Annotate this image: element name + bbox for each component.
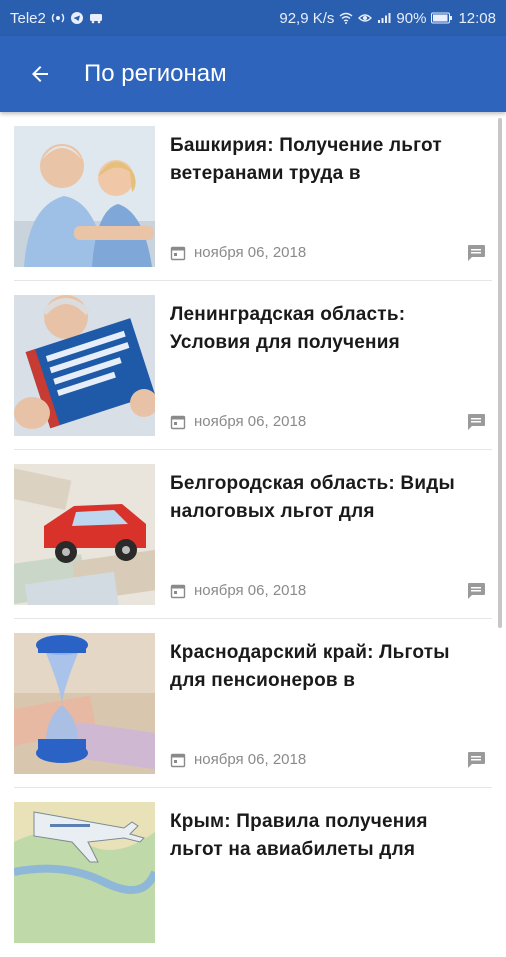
comment-icon[interactable]	[466, 244, 486, 262]
article-thumbnail	[14, 126, 155, 267]
article-item[interactable]: Краснодарский край: Льготы для пенсионер…	[14, 619, 492, 788]
status-bar: Tele2 92,9 K/s 90% 12:08	[0, 0, 506, 36]
comment-icon[interactable]	[466, 751, 486, 769]
battery-icon	[431, 12, 453, 24]
network-speed: 92,9 K/s	[279, 9, 335, 27]
page-title: По регионам	[84, 60, 227, 87]
article-item[interactable]: Крым: Правила получения льгот на авиабил…	[14, 788, 492, 957]
article-date: ноября 06, 2018	[194, 582, 307, 599]
carrier-label: Tele2	[10, 9, 46, 27]
article-meta: ноября 06, 2018	[170, 582, 306, 599]
calendar-icon	[170, 584, 186, 598]
article-date: ноября 06, 2018	[194, 413, 307, 430]
app-bar: По регионам	[0, 36, 506, 112]
eye-icon	[358, 14, 373, 22]
battery-percent: 90%	[396, 9, 427, 27]
elderly-couple-image	[14, 126, 155, 267]
article-meta: ноября 06, 2018	[170, 244, 306, 261]
signal-icon	[378, 13, 391, 23]
calendar-icon	[170, 415, 186, 429]
article-thumbnail	[14, 633, 155, 774]
article-list: Башкирия: Получение льгот ветеранами тру…	[0, 112, 506, 957]
article-title: Белгородская область: Виды налоговых льг…	[170, 473, 455, 522]
wifi-icon	[339, 12, 353, 24]
airplane-map-image	[14, 802, 155, 943]
article-item[interactable]: Башкирия: Получение льгот ветеранами тру…	[14, 112, 492, 281]
article-title: Ленинградская область: Условия для получ…	[170, 304, 406, 353]
article-meta: ноября 06, 2018	[170, 751, 306, 768]
article-meta: ноября 06, 2018	[170, 413, 306, 430]
red-car-money-image	[14, 464, 155, 605]
article-date: ноября 06, 2018	[194, 244, 307, 261]
article-item[interactable]: Белгородская область: Виды налоговых льг…	[14, 450, 492, 619]
article-title: Краснодарский край: Льготы для пенсионер…	[170, 642, 450, 691]
article-title: Крым: Правила получения льгот на авиабил…	[170, 811, 428, 860]
hotspot-icon	[51, 13, 65, 23]
comment-icon[interactable]	[466, 413, 486, 431]
bus-icon	[89, 14, 102, 24]
tax-code-book-image	[14, 295, 155, 436]
telegram-icon	[70, 12, 83, 24]
article-thumbnail	[14, 802, 155, 943]
comment-icon[interactable]	[466, 582, 486, 600]
article-title: Башкирия: Получение льгот ветеранами тру…	[170, 135, 442, 184]
article-date: ноября 06, 2018	[194, 751, 307, 768]
back-button[interactable]	[16, 50, 64, 98]
calendar-icon	[170, 246, 186, 260]
article-thumbnail	[14, 464, 155, 605]
article-thumbnail	[14, 295, 155, 436]
hourglass-money-image	[14, 633, 155, 774]
arrow-back-icon	[32, 66, 48, 82]
scrollbar[interactable]	[498, 118, 502, 628]
article-item[interactable]: Ленинградская область: Условия для получ…	[14, 281, 492, 450]
clock: 12:08	[458, 9, 496, 27]
calendar-icon	[170, 753, 186, 767]
